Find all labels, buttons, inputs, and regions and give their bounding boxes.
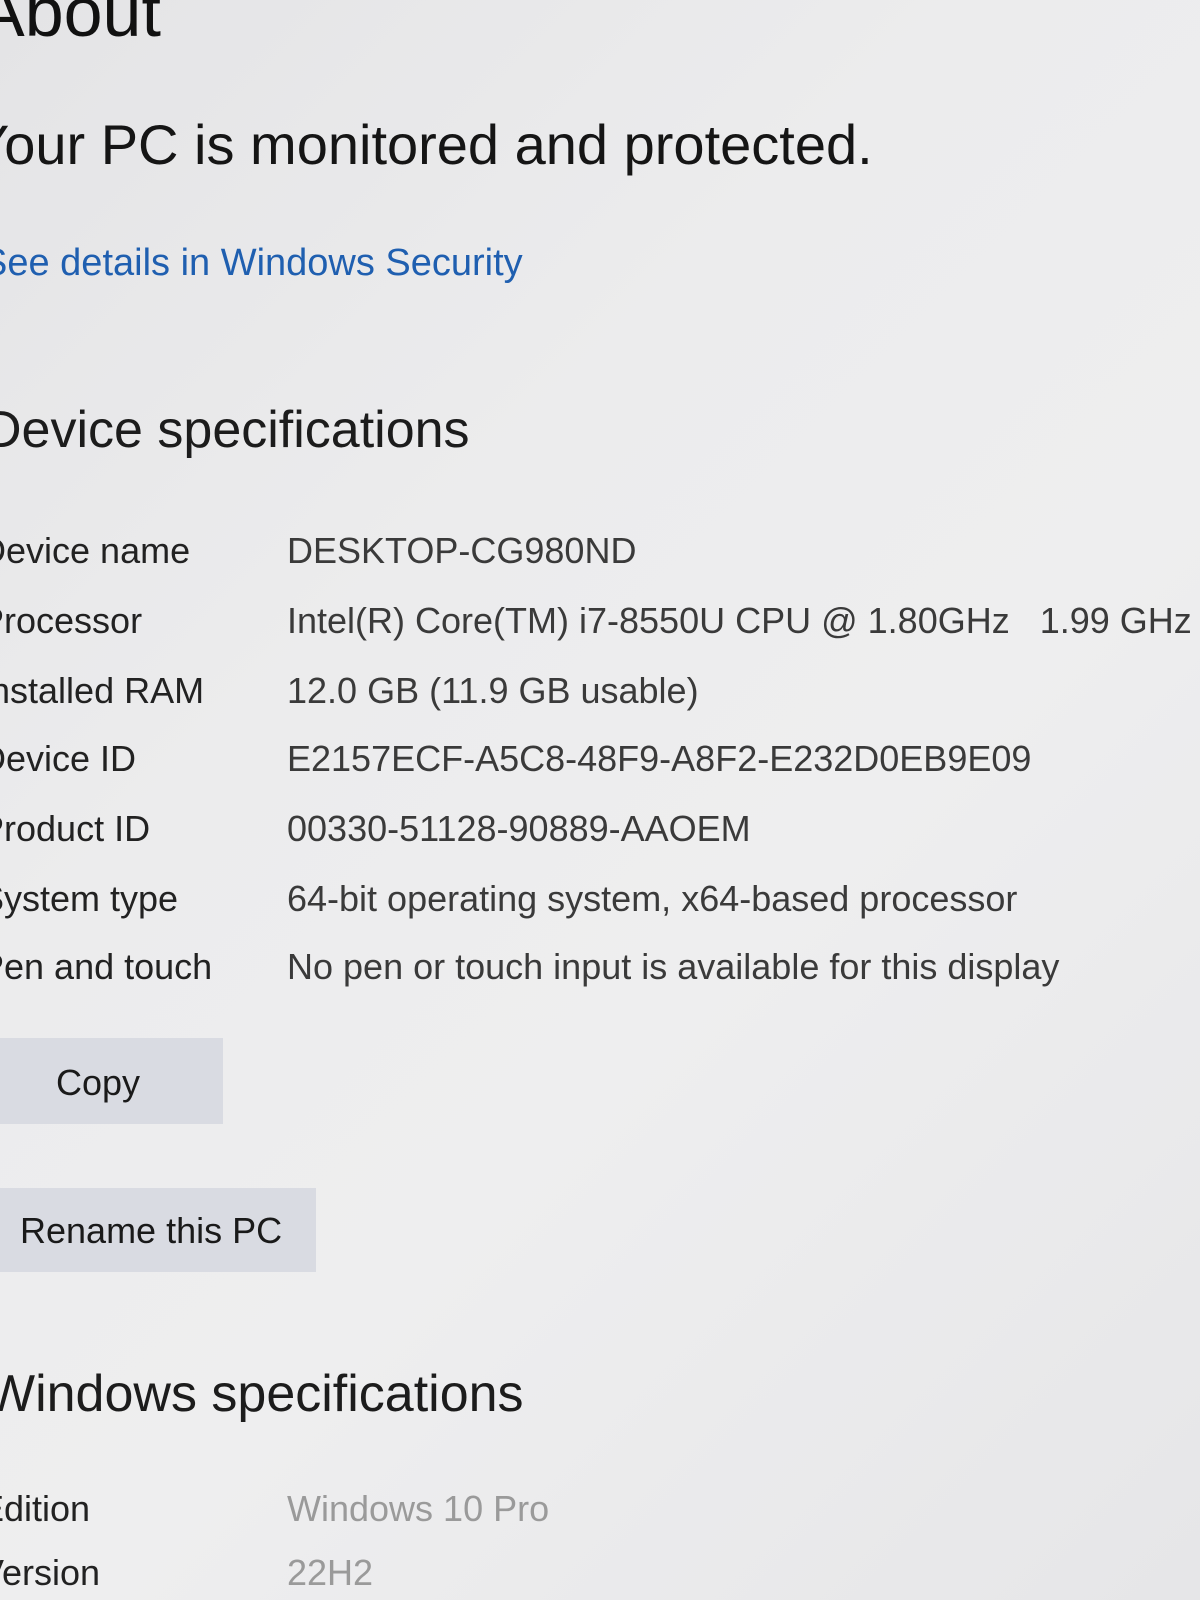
spec-row-version: Version 22H2 [0,1552,1200,1600]
spec-label: Installed RAM [0,670,205,711]
spec-value: Windows 10 Pro [287,1488,550,1529]
spec-row-processor: Processor Intel(R) Core(TM) i7-8550U CPU… [0,600,1200,660]
copy-button[interactable]: Copy [0,1038,223,1124]
spec-row-device-name: Device name DESKTOP-CG980ND [0,530,1200,590]
spec-label: Pen and touch [0,946,213,987]
spec-label: Version [0,1552,101,1593]
rename-pc-button-label: Rename this PC [20,1210,283,1251]
spec-label: Product ID [0,808,151,849]
device-specifications-heading: Device specifications [0,401,470,459]
spec-value: 12.0 GB (11.9 GB usable) [287,670,699,711]
spec-row-installed-ram: Installed RAM 12.0 GB (11.9 GB usable) [0,670,1200,730]
windows-specifications-heading: Windows specifications [0,1365,524,1423]
spec-row-product-id: Product ID 00330-51128-90889-AAOEM [0,808,1200,868]
windows-security-link[interactable]: See details in Windows Security [0,242,523,285]
about-page: About Your PC is monitored and protected… [0,0,1200,1600]
spec-value: Intel(R) Core(TM) i7-8550U CPU @ 1.80GHz… [287,600,1192,641]
spec-value: 64-bit operating system, x64-based proce… [287,878,1018,919]
spec-label: Device ID [0,738,137,779]
spec-label: Edition [0,1488,91,1529]
spec-value: DESKTOP-CG980ND [287,530,637,571]
spec-row-device-id: Device ID E2157ECF-A5C8-48F9-A8F2-E232D0… [0,738,1200,798]
copy-button-label: Copy [56,1062,141,1103]
spec-value: 22H2 [287,1552,374,1593]
spec-value: No pen or touch input is available for t… [287,946,1060,987]
protection-status-text: Your PC is monitored and protected. [0,113,873,176]
rename-pc-button[interactable]: Rename this PC [0,1188,316,1272]
spec-label: Device name [0,530,191,571]
page-title: About [0,0,161,51]
spec-row-system-type: System type 64-bit operating system, x64… [0,878,1200,938]
spec-row-edition: Edition Windows 10 Pro [0,1488,1200,1548]
spec-label: Processor [0,600,143,641]
spec-value: E2157ECF-A5C8-48F9-A8F2-E232D0EB9E09 [287,738,1032,779]
spec-label: System type [0,878,179,919]
spec-row-pen-and-touch: Pen and touch No pen or touch input is a… [0,946,1200,1006]
spec-value: 00330-51128-90889-AAOEM [287,808,751,849]
